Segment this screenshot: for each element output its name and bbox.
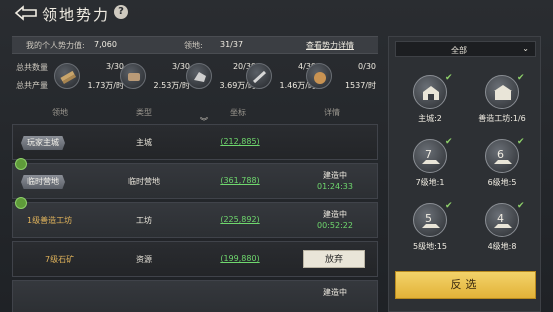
- territory-coordinate[interactable]: (225,892): [211, 215, 269, 224]
- wood-icon: [54, 63, 80, 89]
- filter-main-city[interactable]: ✔ 主城:2: [395, 73, 465, 125]
- territory-type: 工坊: [136, 216, 152, 225]
- svg-text:6: 6: [497, 148, 504, 161]
- table-row[interactable]: 建造中: [12, 280, 378, 312]
- filter-label: 主城:2: [418, 114, 442, 123]
- level-7-land-icon: 7: [413, 139, 447, 173]
- building-status: 建造中: [323, 210, 347, 219]
- level-5-land-icon: 5: [413, 203, 447, 237]
- level-4-land-icon: 4: [485, 203, 519, 237]
- territory-name: 7级石矿: [45, 255, 75, 264]
- back-arrow-icon[interactable]: [14, 5, 38, 21]
- title-bar: 领地势力 ?: [0, 0, 553, 28]
- resource-rate: 1537/时: [344, 81, 376, 90]
- building-timer: 00:52:22: [317, 221, 353, 230]
- column-detail: 详情: [324, 108, 340, 117]
- territory-screen: 领地势力 ? 我的个人势力值: 7,060 领地: 31/37 查看势力详情 总…: [0, 0, 553, 312]
- filter-label: 6级地:5: [487, 178, 517, 187]
- resource-iron[interactable]: 3/30 2.53万/时: [118, 58, 192, 100]
- filter-label: 7级地:1: [415, 178, 445, 187]
- territory-coordinate[interactable]: (361,788): [211, 176, 269, 185]
- check-icon: ✔: [517, 73, 525, 83]
- svg-text:4: 4: [497, 212, 504, 225]
- column-type: 类型: [136, 108, 152, 117]
- territory-type: 资源: [136, 255, 152, 264]
- check-icon: ✔: [445, 137, 453, 147]
- svg-text:5: 5: [425, 212, 432, 225]
- territory-name: 临时营地: [21, 175, 65, 189]
- territory-name: 玩家主城: [21, 136, 65, 150]
- table-row[interactable]: 临时营地 临时营地 (361,788) 建造中 01:24:33: [12, 158, 378, 199]
- filter-level-5[interactable]: 5 ✔ 5级地:15: [395, 201, 465, 253]
- filter-dropdown[interactable]: 全部 ⌄: [395, 41, 536, 57]
- territory-coordinate[interactable]: (199,880): [211, 254, 269, 263]
- power-value: 7,060: [94, 40, 117, 49]
- territory-name: 1级善造工坊: [27, 216, 73, 225]
- territory-value: 31/37: [220, 40, 244, 49]
- territory-label: 领地:: [184, 41, 203, 50]
- column-territory: 领地: [52, 108, 68, 117]
- total-count-label: 总共数量: [16, 63, 48, 72]
- filter-label: 5级地:15: [413, 242, 447, 251]
- iron-icon: [120, 63, 146, 89]
- filter-level-4[interactable]: 4 ✔ 4级地:8: [467, 201, 537, 253]
- page-title: 领地势力: [42, 6, 111, 24]
- territory-list-panel: 我的个人势力值: 7,060 领地: 31/37 查看势力详情 总共数量 总共产…: [12, 36, 378, 312]
- filter-label: 善造工坊:1/6: [478, 114, 526, 123]
- abandon-button[interactable]: 放弃: [303, 250, 365, 268]
- power-label: 我的个人势力值:: [26, 41, 85, 50]
- check-icon: ✔: [445, 201, 453, 211]
- stone-icon: [186, 63, 212, 89]
- territory-type: 主城: [136, 138, 152, 147]
- main-city-icon: [413, 75, 447, 109]
- help-icon[interactable]: ?: [114, 5, 128, 19]
- hammer-icon: [15, 158, 27, 170]
- grain-icon: [246, 63, 272, 89]
- level-6-land-icon: 6: [485, 139, 519, 173]
- hammer-icon: [15, 197, 27, 209]
- chevron-down-icon: ⌄: [522, 44, 529, 53]
- filter-level-7[interactable]: 7 ✔ 7级地:1: [395, 137, 465, 189]
- table-row[interactable]: 1级善造工坊 工坊 (225,892) 建造中 00:52:22: [12, 197, 378, 238]
- building-status: 建造中: [323, 288, 347, 297]
- table-row[interactable]: 7级石矿 资源 (199,880) 放弃: [12, 241, 378, 277]
- check-icon: ✔: [517, 137, 525, 147]
- check-icon: ✔: [445, 73, 453, 83]
- filter-level-6[interactable]: 6 ✔ 6级地:5: [467, 137, 537, 189]
- svg-text:7: 7: [425, 148, 432, 161]
- resource-copper[interactable]: 0/30 1537/时: [304, 58, 378, 100]
- filter-label: 4级地:8: [487, 242, 517, 251]
- resource-summary: 总共数量 总共产量 3/30 1.73万/时 3/30 2.53万/时 20/3…: [12, 58, 378, 126]
- filter-selected-value: 全部: [451, 46, 467, 55]
- invert-selection-button[interactable]: 反选: [395, 271, 536, 299]
- building-status: 建造中: [323, 171, 347, 180]
- territory-type: 临时营地: [128, 177, 160, 186]
- table-header: 领地 类型 坐标 详情: [12, 104, 378, 120]
- resource-count: 0/30: [358, 62, 376, 71]
- column-coordinate: 坐标: [230, 108, 246, 117]
- view-power-detail-link[interactable]: 查看势力详情: [306, 40, 354, 51]
- resource-wood[interactable]: 3/30 1.73万/时: [52, 58, 126, 100]
- workshop-icon: [485, 75, 519, 109]
- summary-row: 我的个人势力值: 7,060 领地: 31/37 查看势力详情: [12, 36, 378, 54]
- table-row[interactable]: 玩家主城 主城 (212,885): [12, 124, 378, 160]
- total-production-label: 总共产量: [16, 81, 48, 90]
- territory-coordinate[interactable]: (212,885): [211, 137, 269, 146]
- building-timer: 01:24:33: [317, 182, 353, 191]
- copper-icon: [306, 63, 332, 89]
- filter-panel: 全部 ⌄ ✔ 主城:2 ✔ 善造工坊:1/6 7 ✔ 7级地:1 6 ✔ 6级地…: [388, 36, 541, 312]
- filter-workshop[interactable]: ✔ 善造工坊:1/6: [467, 73, 537, 125]
- check-icon: ✔: [517, 201, 525, 211]
